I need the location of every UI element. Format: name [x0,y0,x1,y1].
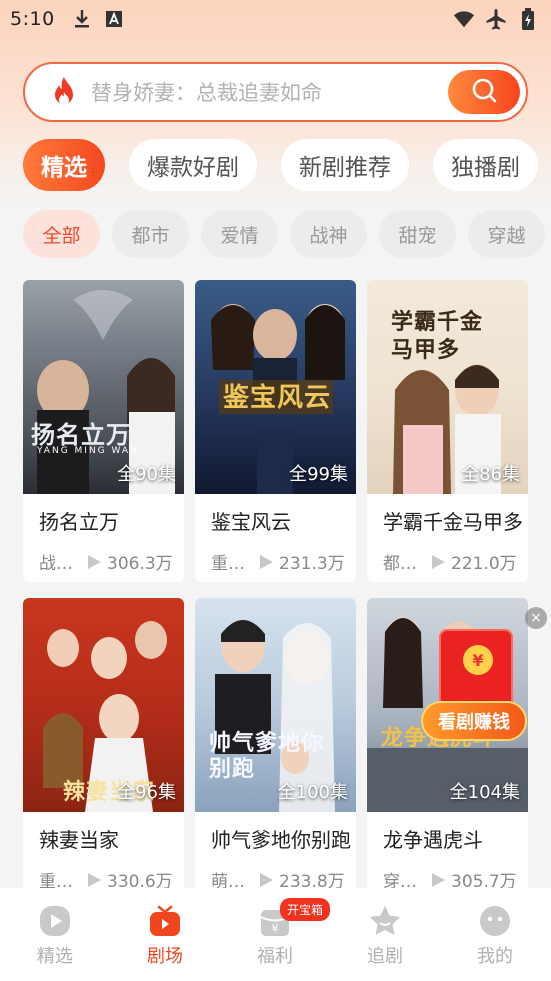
tv-icon [148,904,182,938]
drama-title[interactable]: 鉴宝风云 [195,494,356,535]
treasure-box-badge: 开宝箱 [280,898,331,921]
episode-count: 全104集 [449,782,520,803]
drama-meta: 都… 221.0万 [367,535,528,574]
drama-meta: 穿… 305.7万 [367,853,528,892]
poster-title-art: 学霸千金马甲多 [391,309,484,363]
nav-item-featured[interactable]: 精选 [0,888,110,981]
search-bar[interactable]: 替身娇妻：总裁追妻如命 [23,62,528,122]
wifi-icon [453,8,475,30]
red-packet-widget[interactable]: × ¥ 看剧赚钱 [421,607,549,742]
category-romance[interactable]: 爱情 [201,210,278,258]
drama-title[interactable]: 学霸千金马甲多 [367,494,528,535]
episode-count: 全99集 [289,464,348,485]
bottom-nav: 精选 剧场 ¥ 福利 开宝箱 追剧 我的 [0,888,551,981]
app-notification-icon [103,8,125,30]
drama-poster[interactable]: 帅气爹地你别跑 全100集 [195,598,356,812]
drama-meta: 战… 306.3万 [23,535,184,574]
category-all[interactable]: 全部 [23,210,100,258]
earn-by-watching-button[interactable]: 看剧赚钱 [421,701,527,741]
drama-views: 306.3万 [107,554,173,574]
tab-hot-dramas[interactable]: 爆款好剧 [129,139,257,191]
poster-title-art: 帅气爹地你别跑 [209,730,325,782]
category-urban[interactable]: 都市 [112,210,189,258]
poster-title-art: 扬名立万 [31,420,131,449]
nav-label: 福利 [257,946,293,967]
play-count-icon [429,553,447,571]
category-time-travel[interactable]: 穿越 [468,210,545,258]
category-war-god[interactable]: 战神 [290,210,367,258]
drama-card[interactable]: 鉴宝风云 全99集 鉴宝风云 重… 231.3万 [195,280,356,582]
drama-card[interactable]: 扬名立万 YANG MING WAN 全90集 扬名立万 战… 306.3万 [23,280,184,582]
drama-genre: 重… [211,554,245,574]
category-sweet[interactable]: 甜宠 [379,210,456,258]
drama-views: 231.3万 [279,554,345,574]
drama-genre: 战… [39,554,73,574]
airplane-mode-icon [485,8,507,30]
drama-genre: 都… [383,554,417,574]
status-bar: 5:10 [0,0,551,38]
drama-title[interactable]: 龙争遇虎斗 [367,812,528,853]
tab-featured[interactable]: 精选 [23,139,105,191]
drama-title[interactable]: 帅气爹地你别跑 [195,812,356,853]
drama-meta: 萌… 233.8万 [195,853,356,892]
play-circle-icon [38,904,72,938]
episode-count: 全86集 [461,464,520,485]
nav-label: 追剧 [367,946,403,967]
drama-views: 221.0万 [451,554,517,574]
play-count-icon [257,553,275,571]
drama-card[interactable]: 学霸千金马甲多 全86集 学霸千金马甲多 都… 221.0万 [367,280,528,582]
main-tabs: 精选 爆款好剧 新剧推荐 独播剧 [23,139,551,191]
star-icon [368,904,402,938]
poster-subtitle-art: YANG MING WAN [37,446,139,456]
drama-card[interactable]: 帅气爹地你别跑 全100集 帅气爹地你别跑 萌… 233.8万 [195,598,356,900]
close-icon[interactable]: × [525,607,547,629]
play-count-icon [85,553,103,571]
svg-text:¥: ¥ [272,922,279,935]
drama-title[interactable]: 扬名立万 [23,494,184,535]
tab-exclusive[interactable]: 独播剧 [433,139,538,191]
battery-icon [517,8,539,30]
nav-label: 我的 [477,946,513,967]
episode-count: 全90集 [117,464,176,485]
play-count-icon [429,871,447,889]
fire-icon [49,76,79,108]
category-filter: 全部 都市 爱情 战神 甜宠 穿越 [23,210,551,258]
search-button[interactable] [448,70,520,114]
drama-card[interactable]: 辣妻当家 全96集 辣妻当家 重… 330.6万 [23,598,184,900]
play-count-icon [85,871,103,889]
nav-item-following[interactable]: 追剧 [330,888,440,981]
smile-icon [478,904,512,938]
drama-poster[interactable]: 辣妻当家 全96集 [23,598,184,812]
nav-label: 精选 [37,946,73,967]
nav-label: 剧场 [147,946,183,967]
coin-icon: ¥ [463,645,493,675]
search-icon [470,76,498,108]
drama-poster[interactable]: 扬名立万 YANG MING WAN 全90集 [23,280,184,494]
drama-meta: 重… 231.3万 [195,535,356,574]
nav-item-welfare[interactable]: ¥ 福利 开宝箱 [220,888,331,981]
download-icon [71,8,93,30]
drama-meta: 重… 330.6万 [23,853,184,892]
nav-item-profile[interactable]: 我的 [440,888,550,981]
poster-title-art: 鉴宝风云 [223,383,332,413]
episode-count: 全96集 [117,782,176,803]
drama-title[interactable]: 辣妻当家 [23,812,184,853]
tab-new-dramas[interactable]: 新剧推荐 [281,139,409,191]
drama-poster[interactable]: 鉴宝风云 全99集 [195,280,356,494]
episode-count: 全100集 [277,782,348,803]
play-count-icon [257,871,275,889]
nav-item-theater[interactable]: 剧场 [110,888,220,981]
drama-poster[interactable]: 学霸千金马甲多 全86集 [367,280,528,494]
status-time: 5:10 [10,8,55,30]
